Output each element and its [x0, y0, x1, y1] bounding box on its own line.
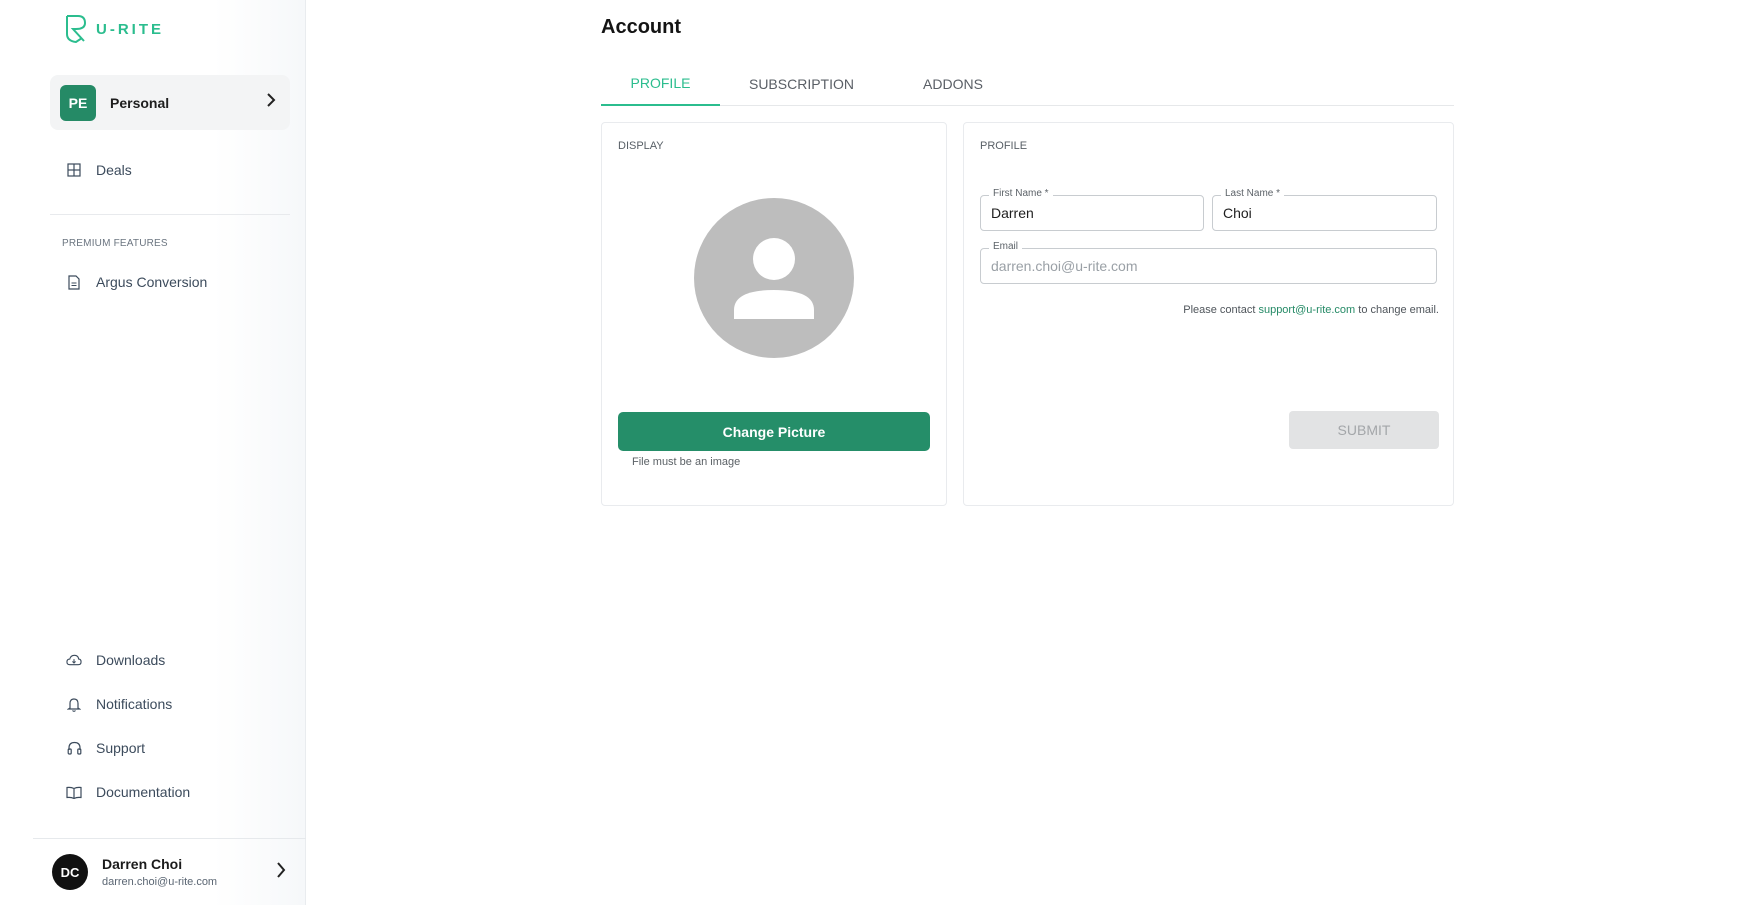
- premium-features-label: PREMIUM FEATURES: [62, 238, 168, 249]
- user-profile-menu[interactable]: DC Darren Choi darren.choi@u-rite.com: [33, 838, 306, 905]
- email-input: [981, 249, 1436, 283]
- app-root: U-RITE PE Personal Deals PREMIUM FEATURE…: [0, 0, 1739, 905]
- profile-card: PROFILE First Name * Last Name * Email P…: [963, 122, 1454, 506]
- display-card: DISPLAY Change Picture File must be an i…: [601, 122, 947, 506]
- sidebar-divider: [50, 214, 290, 215]
- sidebar-item-label: Support: [96, 740, 146, 756]
- email-change-note: Please contact support@u-rite.com to cha…: [1183, 304, 1439, 316]
- user-placeholder-icon: [734, 238, 814, 319]
- sidebar-item-label: Argus Conversion: [96, 274, 208, 290]
- sidebar-item-deals[interactable]: Deals: [66, 162, 132, 178]
- user-name: Darren Choi: [102, 856, 183, 872]
- user-email: darren.choi@u-rite.com: [102, 876, 218, 888]
- tab-addons[interactable]: ADDONS: [898, 62, 1008, 106]
- user-info: Darren Choi darren.choi@u-rite.com: [102, 856, 276, 888]
- chevron-right-icon: [266, 93, 276, 112]
- change-picture-button[interactable]: Change Picture: [618, 412, 930, 451]
- workspace-switcher[interactable]: PE Personal: [50, 75, 290, 130]
- logo-mark-icon: [66, 15, 87, 44]
- sidebar-item-label: Documentation: [96, 784, 191, 800]
- tab-subscription[interactable]: SUBSCRIPTION: [729, 62, 874, 106]
- first-name-input[interactable]: [981, 196, 1203, 230]
- profile-card-title: PROFILE: [980, 140, 1028, 152]
- last-name-field: Last Name *: [1212, 188, 1437, 231]
- grid-icon: [66, 162, 82, 178]
- book-icon: [66, 784, 82, 800]
- logo-text: U-RITE: [96, 20, 164, 38]
- logo[interactable]: U-RITE: [64, 14, 164, 44]
- email-note-prefix: Please contact: [1183, 304, 1259, 316]
- sidebar-item-notifications[interactable]: Notifications: [66, 696, 172, 712]
- display-card-title: DISPLAY: [618, 140, 664, 152]
- bell-icon: [66, 696, 82, 712]
- account-tabs: PROFILE SUBSCRIPTION ADDONS: [601, 62, 1454, 106]
- cloud-download-icon: [66, 652, 82, 668]
- headset-icon: [66, 740, 82, 756]
- sidebar-item-label: Downloads: [96, 652, 166, 668]
- profile-picture: [694, 198, 854, 358]
- file-hint: File must be an image: [632, 456, 741, 468]
- submit-button[interactable]: SUBMIT: [1289, 411, 1439, 449]
- sidebar-item-argus-conversion[interactable]: Argus Conversion: [66, 274, 207, 290]
- document-icon: [66, 274, 82, 290]
- support-email-link[interactable]: support@u-rite.com: [1258, 304, 1355, 316]
- sidebar-item-label: Deals: [96, 162, 132, 178]
- workspace-avatar: PE: [60, 84, 96, 121]
- email-note-suffix: to change email.: [1355, 304, 1439, 316]
- sidebar-item-documentation[interactable]: Documentation: [66, 784, 190, 800]
- page-title: Account: [601, 16, 681, 38]
- sidebar-item-downloads[interactable]: Downloads: [66, 652, 165, 668]
- avatar: DC: [52, 854, 88, 890]
- last-name-input[interactable]: [1213, 196, 1436, 230]
- email-field: Email: [980, 241, 1437, 284]
- first-name-field: First Name *: [980, 188, 1204, 231]
- sidebar-item-label: Notifications: [96, 696, 173, 712]
- sidebar-item-support[interactable]: Support: [66, 740, 145, 756]
- tab-profile[interactable]: PROFILE: [601, 62, 720, 106]
- chevron-right-icon: [276, 861, 286, 883]
- sidebar: U-RITE PE Personal Deals PREMIUM FEATURE…: [0, 0, 306, 905]
- workspace-name: Personal: [110, 94, 170, 111]
